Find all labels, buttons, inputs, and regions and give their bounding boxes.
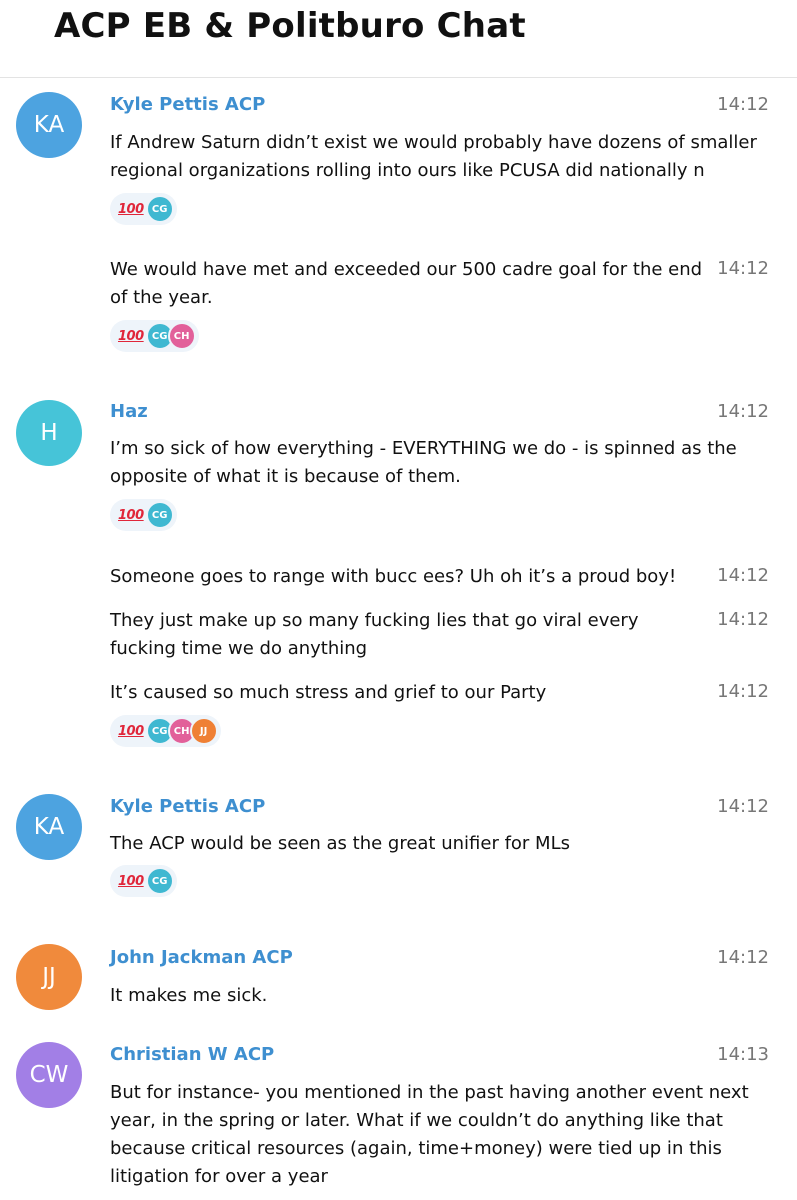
reaction-user-avatar[interactable]: JJ	[189, 717, 218, 745]
avatar[interactable]: JJ	[16, 944, 82, 1010]
reactions-bar[interactable]: 100 CG	[110, 499, 177, 531]
reaction-user-avatar[interactable]: CH	[167, 322, 196, 350]
message-time: 14:12	[717, 94, 769, 115]
reactions-bar[interactable]: 100 CG CH JJ	[110, 715, 221, 747]
reaction-user-avatar[interactable]: CG	[145, 501, 174, 529]
chat-title: ACP EB & Politburo Chat	[54, 6, 526, 46]
message-time: 14:12	[717, 565, 769, 586]
hundred-points-icon: 100	[118, 723, 144, 739]
message-time: 14:12	[717, 609, 769, 630]
message-time: 14:12	[717, 947, 769, 968]
message-text: If Andrew Saturn didn’t exist we would p…	[110, 132, 757, 181]
message-text: It makes me sick.	[110, 985, 268, 1006]
message-text: The ACP would be seen as the great unifi…	[110, 833, 570, 854]
avatar[interactable]: KA	[16, 92, 82, 158]
chat-header: ACP EB & Politburo Chat	[0, 0, 797, 78]
avatar[interactable]: KA	[16, 794, 82, 860]
message-time: 14:12	[717, 258, 769, 279]
message-time: 14:12	[717, 401, 769, 422]
hundred-points-icon: 100	[118, 328, 144, 344]
sender-name[interactable]: John Jackman ACP	[110, 947, 293, 968]
reaction-user-avatar[interactable]: CG	[145, 867, 174, 895]
reactions-bar[interactable]: 100 CG CH	[110, 320, 199, 352]
hundred-points-icon: 100	[118, 873, 144, 889]
reactions-bar[interactable]: 100 CG	[110, 193, 177, 225]
hundred-points-icon: 100	[118, 507, 144, 523]
reaction-user-avatar[interactable]: CG	[145, 195, 174, 223]
sender-name[interactable]: Kyle Pettis ACP	[110, 796, 265, 817]
message-time: 14:13	[717, 1044, 769, 1065]
sender-name[interactable]: Kyle Pettis ACP	[110, 94, 265, 115]
avatar[interactable]: H	[16, 400, 82, 466]
reactions-bar[interactable]: 100 CG	[110, 865, 177, 897]
hundred-points-icon: 100	[118, 201, 144, 217]
message-time: 14:12	[717, 796, 769, 817]
sender-name[interactable]: Haz	[110, 401, 148, 422]
message-text: It’s caused so much stress and grief to …	[110, 682, 547, 703]
message-text: Someone goes to range with bucc ees? Uh …	[110, 566, 677, 587]
message-text: I’m so sick of how everything - EVERYTHI…	[110, 438, 737, 487]
message-text: We would have met and exceeded our 500 c…	[110, 259, 703, 308]
message-text: They just make up so many fucking lies t…	[110, 610, 639, 659]
message-time: 14:12	[717, 681, 769, 702]
sender-name[interactable]: Christian W ACP	[110, 1044, 274, 1065]
message-text: But for instance- you mentioned in the p…	[110, 1082, 749, 1187]
avatar[interactable]: CW	[16, 1042, 82, 1108]
